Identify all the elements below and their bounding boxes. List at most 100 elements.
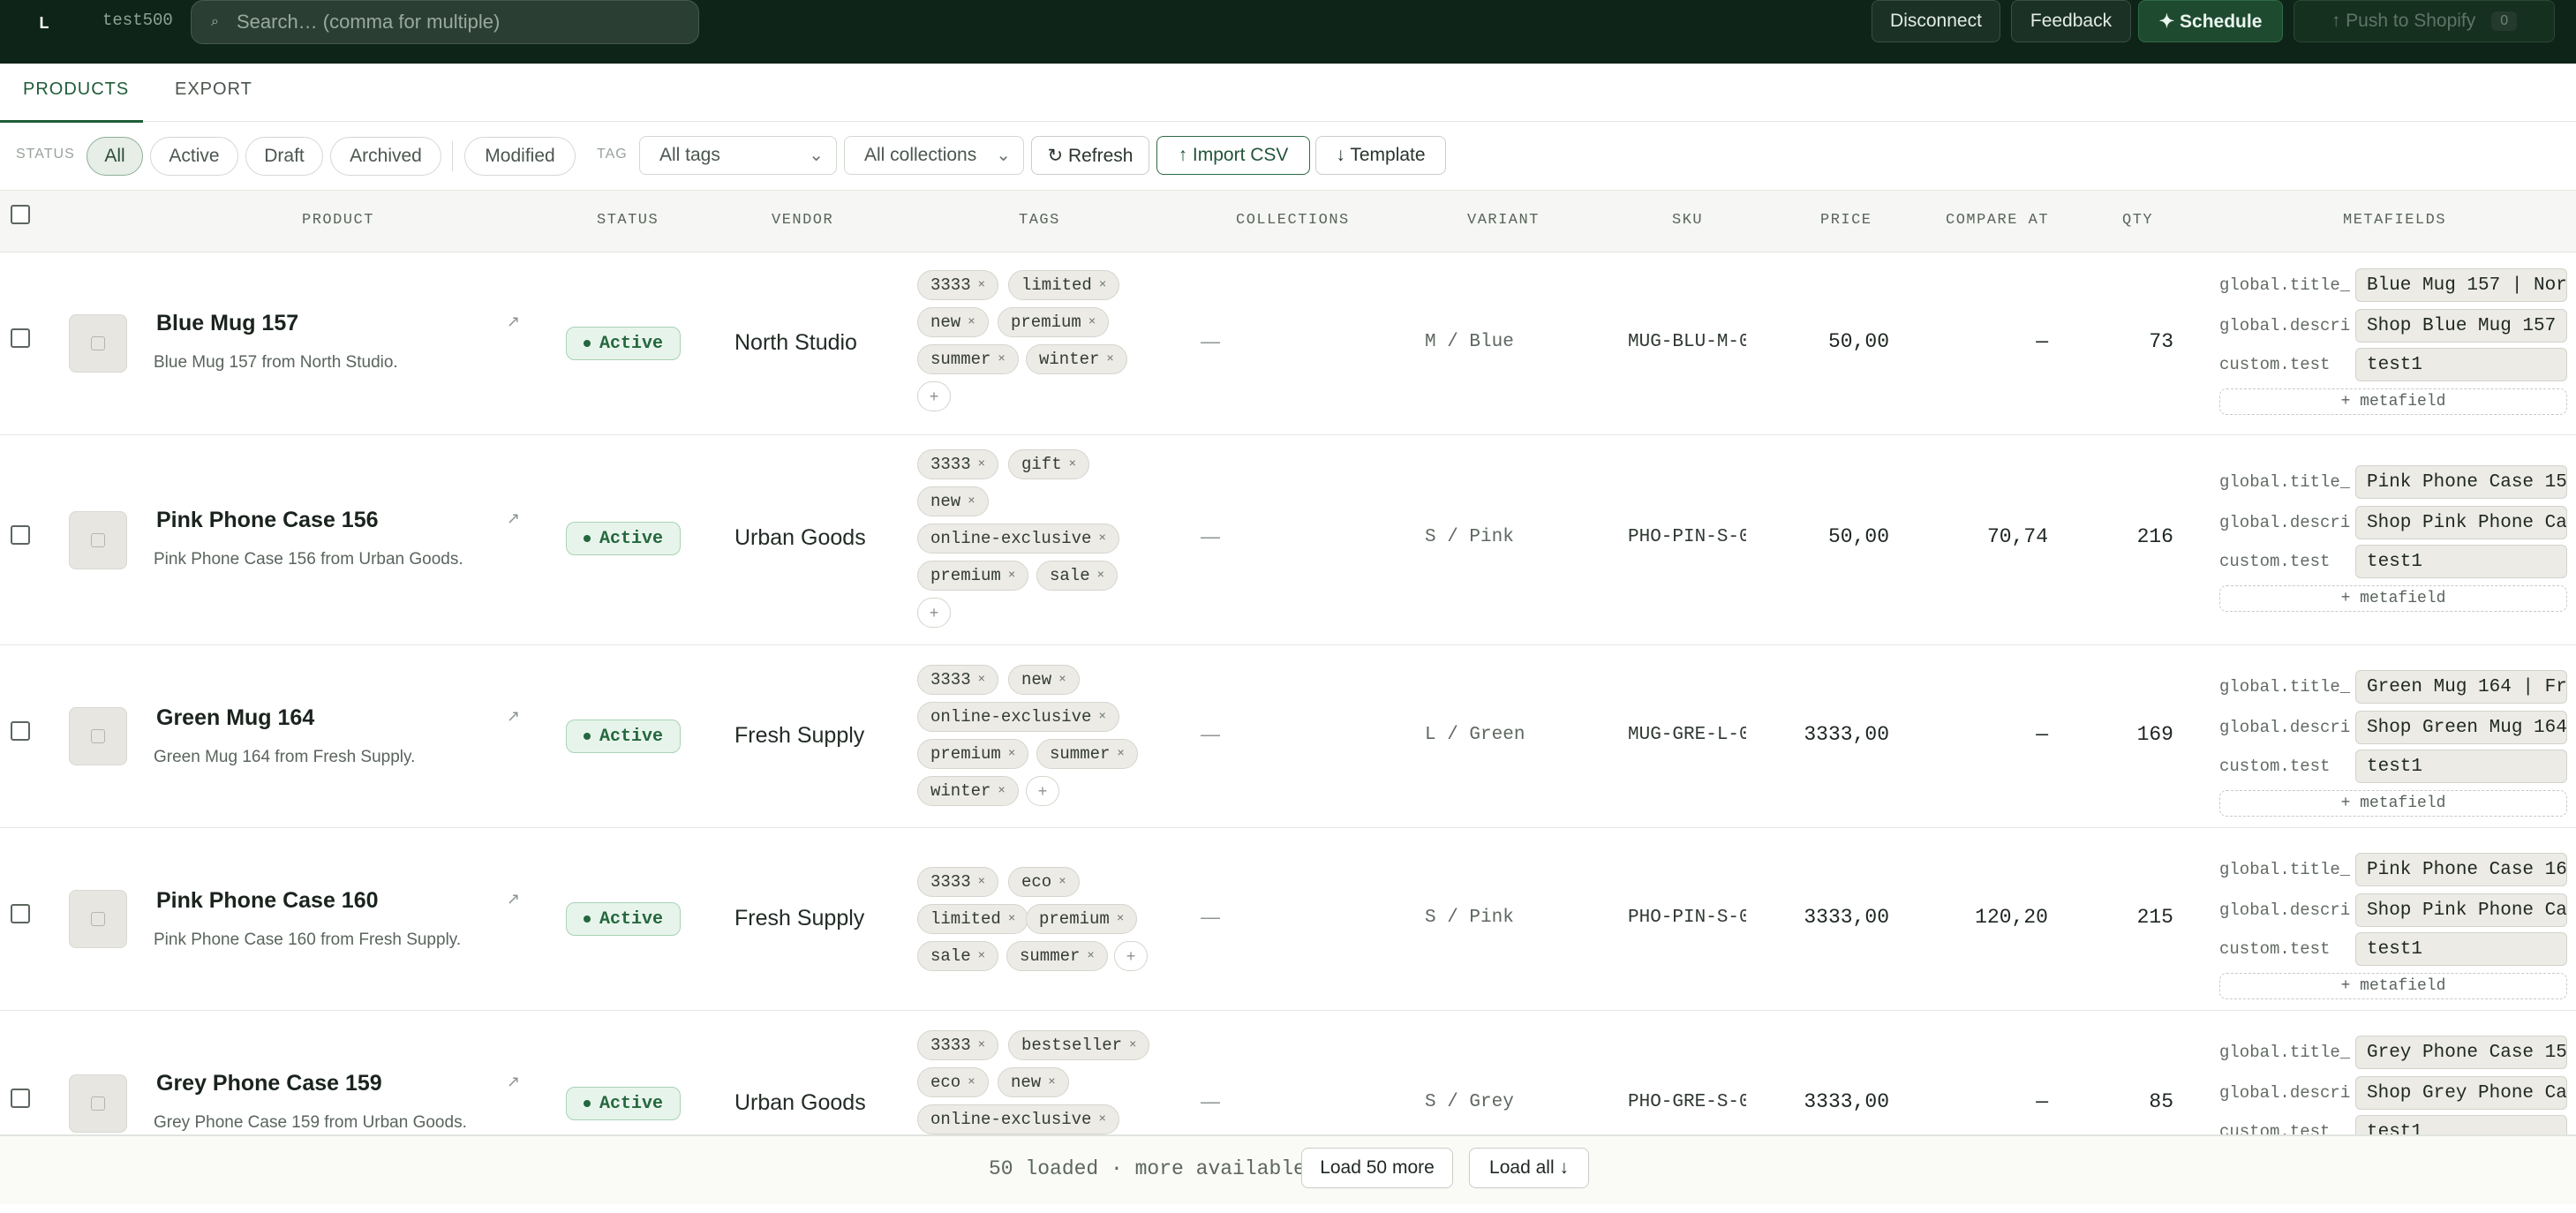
external-link-icon[interactable]: ↗: [507, 1073, 520, 1091]
qty-value[interactable]: 85: [2101, 1090, 2173, 1113]
qty-value[interactable]: 215: [2101, 906, 2173, 929]
filter-active[interactable]: Active: [150, 137, 238, 176]
remove-tag-icon[interactable]: ×: [1087, 949, 1094, 963]
compare-at-value[interactable]: 70,74: [1933, 525, 2048, 548]
metafield-value[interactable]: Pink Phone Case 160: [2355, 853, 2567, 886]
metafield-value[interactable]: Shop Blue Mug 157: [2355, 309, 2567, 343]
remove-tag-icon[interactable]: ×: [1117, 747, 1124, 761]
price-value[interactable]: 50,00: [1792, 330, 1889, 353]
remove-tag-icon[interactable]: ×: [1058, 875, 1066, 889]
product-name[interactable]: Green Mug 164: [156, 705, 314, 731]
add-tag-button[interactable]: +: [917, 381, 951, 411]
add-tag-button[interactable]: +: [917, 598, 951, 628]
feedback-button[interactable]: Feedback: [2011, 0, 2131, 42]
metafield-value[interactable]: Pink Phone Case 156: [2355, 465, 2567, 499]
col-price[interactable]: PRICE: [1820, 212, 1872, 229]
add-tag-button[interactable]: +: [1026, 776, 1059, 806]
status-badge[interactable]: Active: [566, 720, 681, 753]
external-link-icon[interactable]: ↗: [507, 707, 520, 726]
remove-tag-icon[interactable]: ×: [978, 1038, 985, 1052]
remove-tag-icon[interactable]: ×: [1048, 1075, 1055, 1089]
filter-all[interactable]: All: [87, 137, 143, 176]
remove-tag-icon[interactable]: ×: [968, 315, 975, 329]
remove-tag-icon[interactable]: ×: [1008, 912, 1015, 926]
metafield-value[interactable]: test1: [2355, 932, 2567, 966]
search-box[interactable]: ⌕: [191, 0, 699, 44]
table-row[interactable]: Green Mug 164 Green Mug 164 from Fresh S…: [0, 645, 2576, 828]
remove-tag-icon[interactable]: ×: [1058, 673, 1066, 687]
add-metafield-button[interactable]: + metafield: [2219, 585, 2567, 612]
remove-tag-icon[interactable]: ×: [1008, 569, 1015, 583]
remove-tag-icon[interactable]: ×: [978, 673, 985, 687]
sku-value[interactable]: MUG-GRE-L-001: [1628, 725, 1746, 745]
product-name[interactable]: Blue Mug 157: [156, 311, 298, 336]
metafield-value[interactable]: test1: [2355, 1115, 2567, 1134]
metafield-value[interactable]: Shop Green Mug 164: [2355, 711, 2567, 744]
compare-at-value[interactable]: —: [1933, 330, 2048, 353]
remove-tag-icon[interactable]: ×: [1098, 1112, 1105, 1126]
remove-tag-icon[interactable]: ×: [1129, 1038, 1136, 1052]
row-checkbox[interactable]: [11, 904, 30, 923]
add-metafield-button[interactable]: + metafield: [2219, 388, 2567, 415]
status-badge[interactable]: Active: [566, 902, 681, 936]
sku-value[interactable]: MUG-BLU-M-001: [1628, 332, 1746, 352]
metafield-value[interactable]: Blue Mug 157 | North Studio: [2355, 268, 2567, 302]
sku-value[interactable]: PHO-GRE-S-001: [1628, 1092, 1746, 1112]
row-checkbox[interactable]: [11, 1089, 30, 1108]
remove-tag-icon[interactable]: ×: [998, 784, 1005, 798]
tab-export[interactable]: EXPORT: [175, 79, 252, 100]
col-sku[interactable]: SKU: [1672, 212, 1703, 229]
remove-tag-icon[interactable]: ×: [968, 1075, 975, 1089]
col-compare-at[interactable]: COMPARE AT: [1946, 212, 2049, 229]
refresh-button[interactable]: ↻ Refresh: [1031, 136, 1149, 175]
add-metafield-button[interactable]: + metafield: [2219, 790, 2567, 817]
add-tag-button[interactable]: +: [1114, 941, 1148, 971]
external-link-icon[interactable]: ↗: [507, 313, 520, 331]
col-status[interactable]: STATUS: [597, 212, 659, 229]
remove-tag-icon[interactable]: ×: [968, 494, 975, 509]
col-product[interactable]: PRODUCT: [302, 212, 374, 229]
remove-tag-icon[interactable]: ×: [1099, 278, 1106, 292]
col-collections[interactable]: COLLECTIONS: [1236, 212, 1350, 229]
price-value[interactable]: 50,00: [1792, 525, 1889, 548]
col-metafields[interactable]: METAFIELDS: [2343, 212, 2446, 229]
qty-value[interactable]: 216: [2101, 525, 2173, 548]
add-metafield-button[interactable]: + metafield: [2219, 973, 2567, 999]
status-badge[interactable]: Active: [566, 327, 681, 360]
metafield-value[interactable]: Shop Pink Phone Case: [2355, 506, 2567, 539]
col-qty[interactable]: QTY: [2122, 212, 2153, 229]
metafield-value[interactable]: Shop Pink Phone Case: [2355, 893, 2567, 927]
metafield-value[interactable]: Shop Grey Phone Case: [2355, 1076, 2567, 1110]
qty-value[interactable]: 169: [2101, 723, 2173, 746]
metafield-value[interactable]: Green Mug 164 | Fresh Supply: [2355, 670, 2567, 704]
load-more-button[interactable]: Load 50 more: [1301, 1148, 1453, 1188]
qty-value[interactable]: 73: [2101, 330, 2173, 353]
row-checkbox[interactable]: [11, 328, 30, 348]
status-badge[interactable]: Active: [566, 522, 681, 555]
template-button[interactable]: ↓ Template: [1315, 136, 1446, 175]
select-all-checkbox[interactable]: [11, 205, 30, 224]
remove-tag-icon[interactable]: ×: [1088, 315, 1096, 329]
remove-tag-icon[interactable]: ×: [978, 457, 985, 471]
remove-tag-icon[interactable]: ×: [1117, 912, 1124, 926]
filter-modified[interactable]: Modified: [464, 137, 576, 176]
tag-select[interactable]: All tags ⌄: [639, 136, 837, 175]
remove-tag-icon[interactable]: ×: [1098, 710, 1105, 724]
compare-at-value[interactable]: 120,20: [1933, 906, 2048, 929]
tab-products[interactable]: PRODUCTS: [23, 79, 129, 100]
compare-at-value[interactable]: —: [1933, 1090, 2048, 1113]
metafield-value[interactable]: test1: [2355, 348, 2567, 381]
row-checkbox[interactable]: [11, 525, 30, 545]
col-variant[interactable]: VARIANT: [1467, 212, 1540, 229]
price-value[interactable]: 3333,00: [1792, 1090, 1889, 1113]
remove-tag-icon[interactable]: ×: [978, 278, 985, 292]
remove-tag-icon[interactable]: ×: [1008, 747, 1015, 761]
table-row[interactable]: Grey Phone Case 159 Grey Phone Case 159 …: [0, 1011, 2576, 1135]
sku-value[interactable]: PHO-PIN-S-001: [1628, 908, 1746, 928]
filter-archived[interactable]: Archived: [330, 137, 441, 176]
col-vendor[interactable]: VENDOR: [772, 212, 833, 229]
table-row[interactable]: Pink Phone Case 160 Pink Phone Case 160 …: [0, 828, 2576, 1011]
status-badge[interactable]: Active: [566, 1087, 681, 1120]
disconnect-button[interactable]: Disconnect: [1872, 0, 2000, 42]
remove-tag-icon[interactable]: ×: [978, 875, 985, 889]
